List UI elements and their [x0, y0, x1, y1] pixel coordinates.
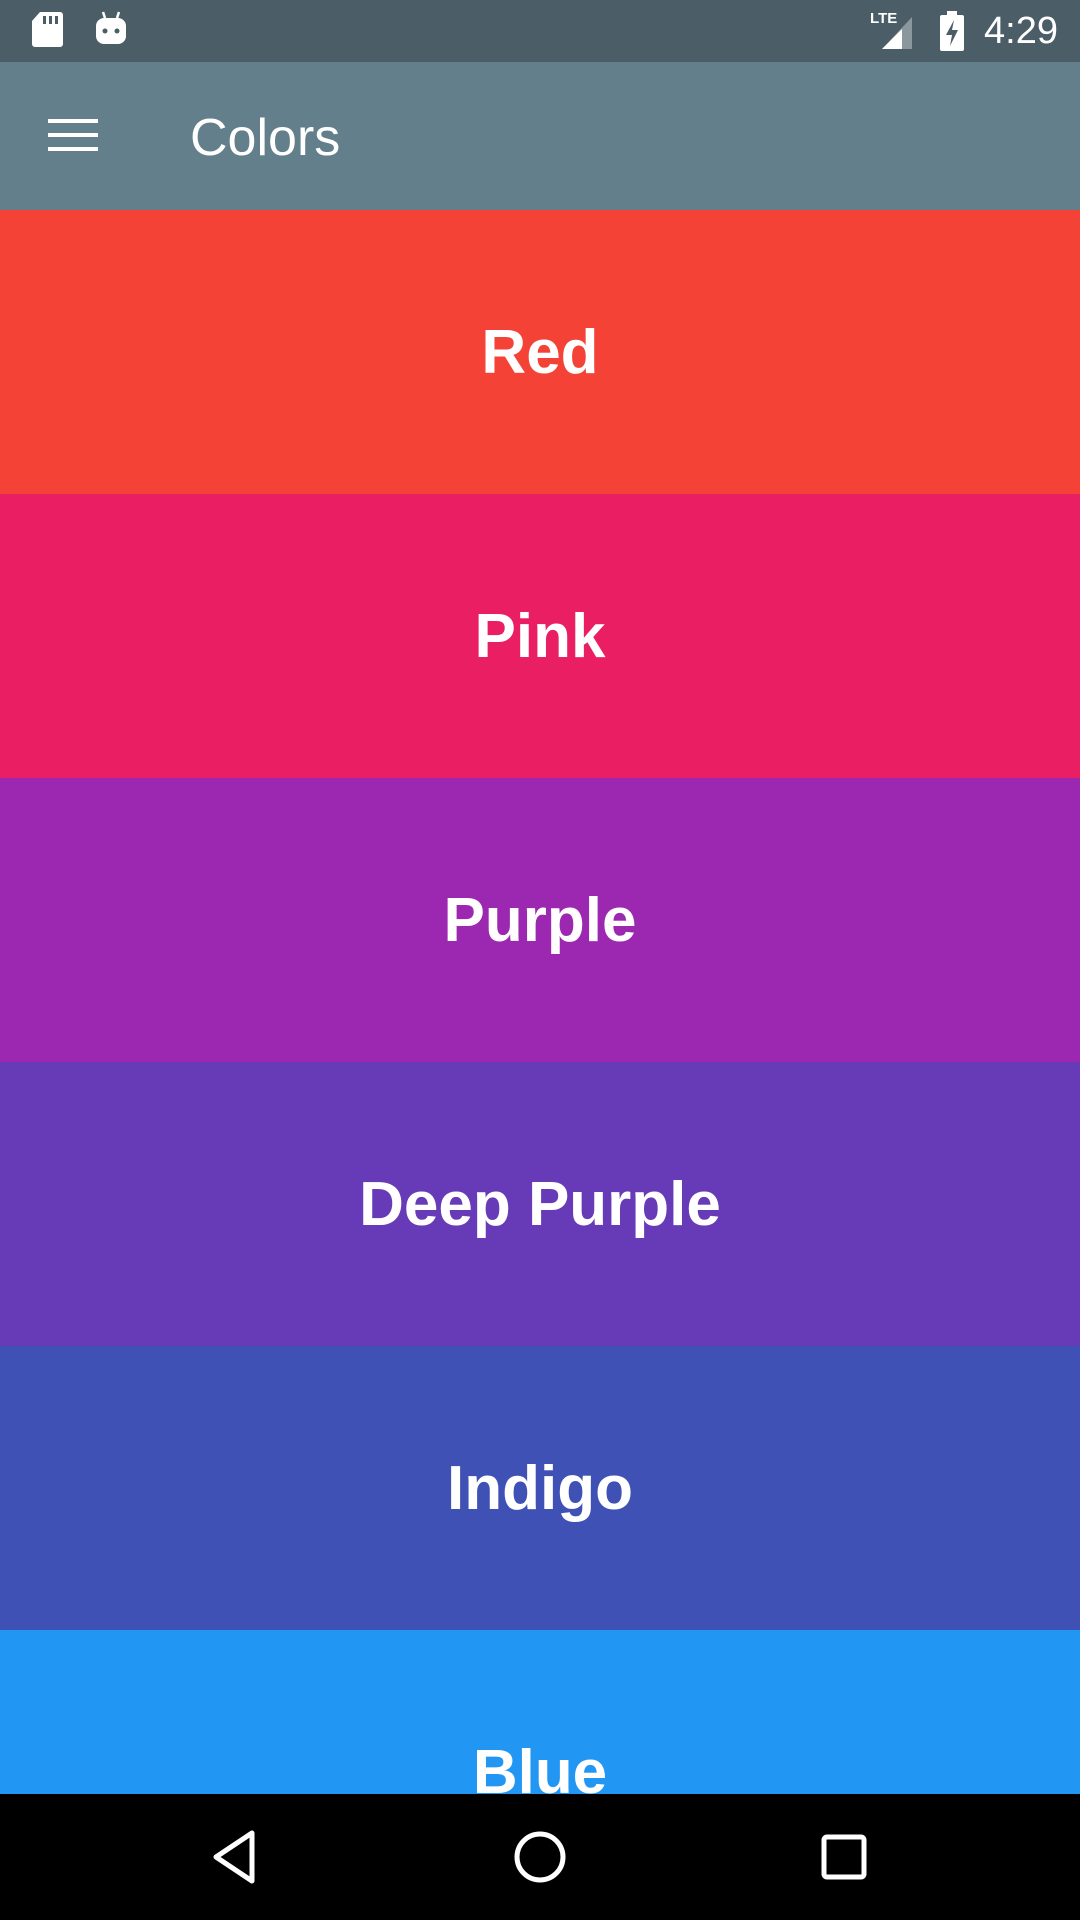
- lte-signal-icon: LTE: [870, 9, 920, 53]
- app-bar: Colors: [0, 62, 1080, 210]
- color-item-blue[interactable]: Blue: [0, 1630, 1080, 1794]
- screen: LTE 4:29 Colors Red Pink Purple Deep Pur…: [0, 0, 1080, 1920]
- color-item-label: Indigo: [447, 1453, 633, 1523]
- navigation-bar: [0, 1794, 1080, 1920]
- color-item-label: Purple: [443, 885, 637, 955]
- color-item-label: Deep Purple: [359, 1169, 721, 1239]
- color-item-label: Blue: [472, 1737, 608, 1795]
- home-icon[interactable]: [510, 1827, 570, 1887]
- android-debug-icon: [94, 10, 128, 48]
- status-left-icons: [30, 10, 128, 48]
- sd-card-icon: [30, 10, 64, 48]
- color-item-label: Pink: [474, 601, 606, 671]
- status-bar: LTE 4:29: [0, 0, 1080, 62]
- hamburger-menu-icon[interactable]: [48, 117, 98, 153]
- color-item-indigo[interactable]: Indigo: [0, 1346, 1080, 1630]
- color-item-pink[interactable]: Pink: [0, 494, 1080, 778]
- recents-icon[interactable]: [814, 1827, 874, 1887]
- page-title: Colors: [190, 109, 341, 167]
- back-icon[interactable]: [206, 1827, 266, 1887]
- status-time: 4:29: [984, 10, 1058, 52]
- battery-charging-icon: [938, 11, 966, 51]
- color-item-label: Red: [481, 317, 599, 387]
- color-item-deep-purple[interactable]: Deep Purple: [0, 1062, 1080, 1346]
- color-item-red[interactable]: Red: [0, 210, 1080, 494]
- color-item-purple[interactable]: Purple: [0, 778, 1080, 1062]
- color-list[interactable]: Red Pink Purple Deep Purple Indigo Blue: [0, 210, 1080, 1794]
- status-right-icons: LTE 4:29: [870, 6, 1058, 56]
